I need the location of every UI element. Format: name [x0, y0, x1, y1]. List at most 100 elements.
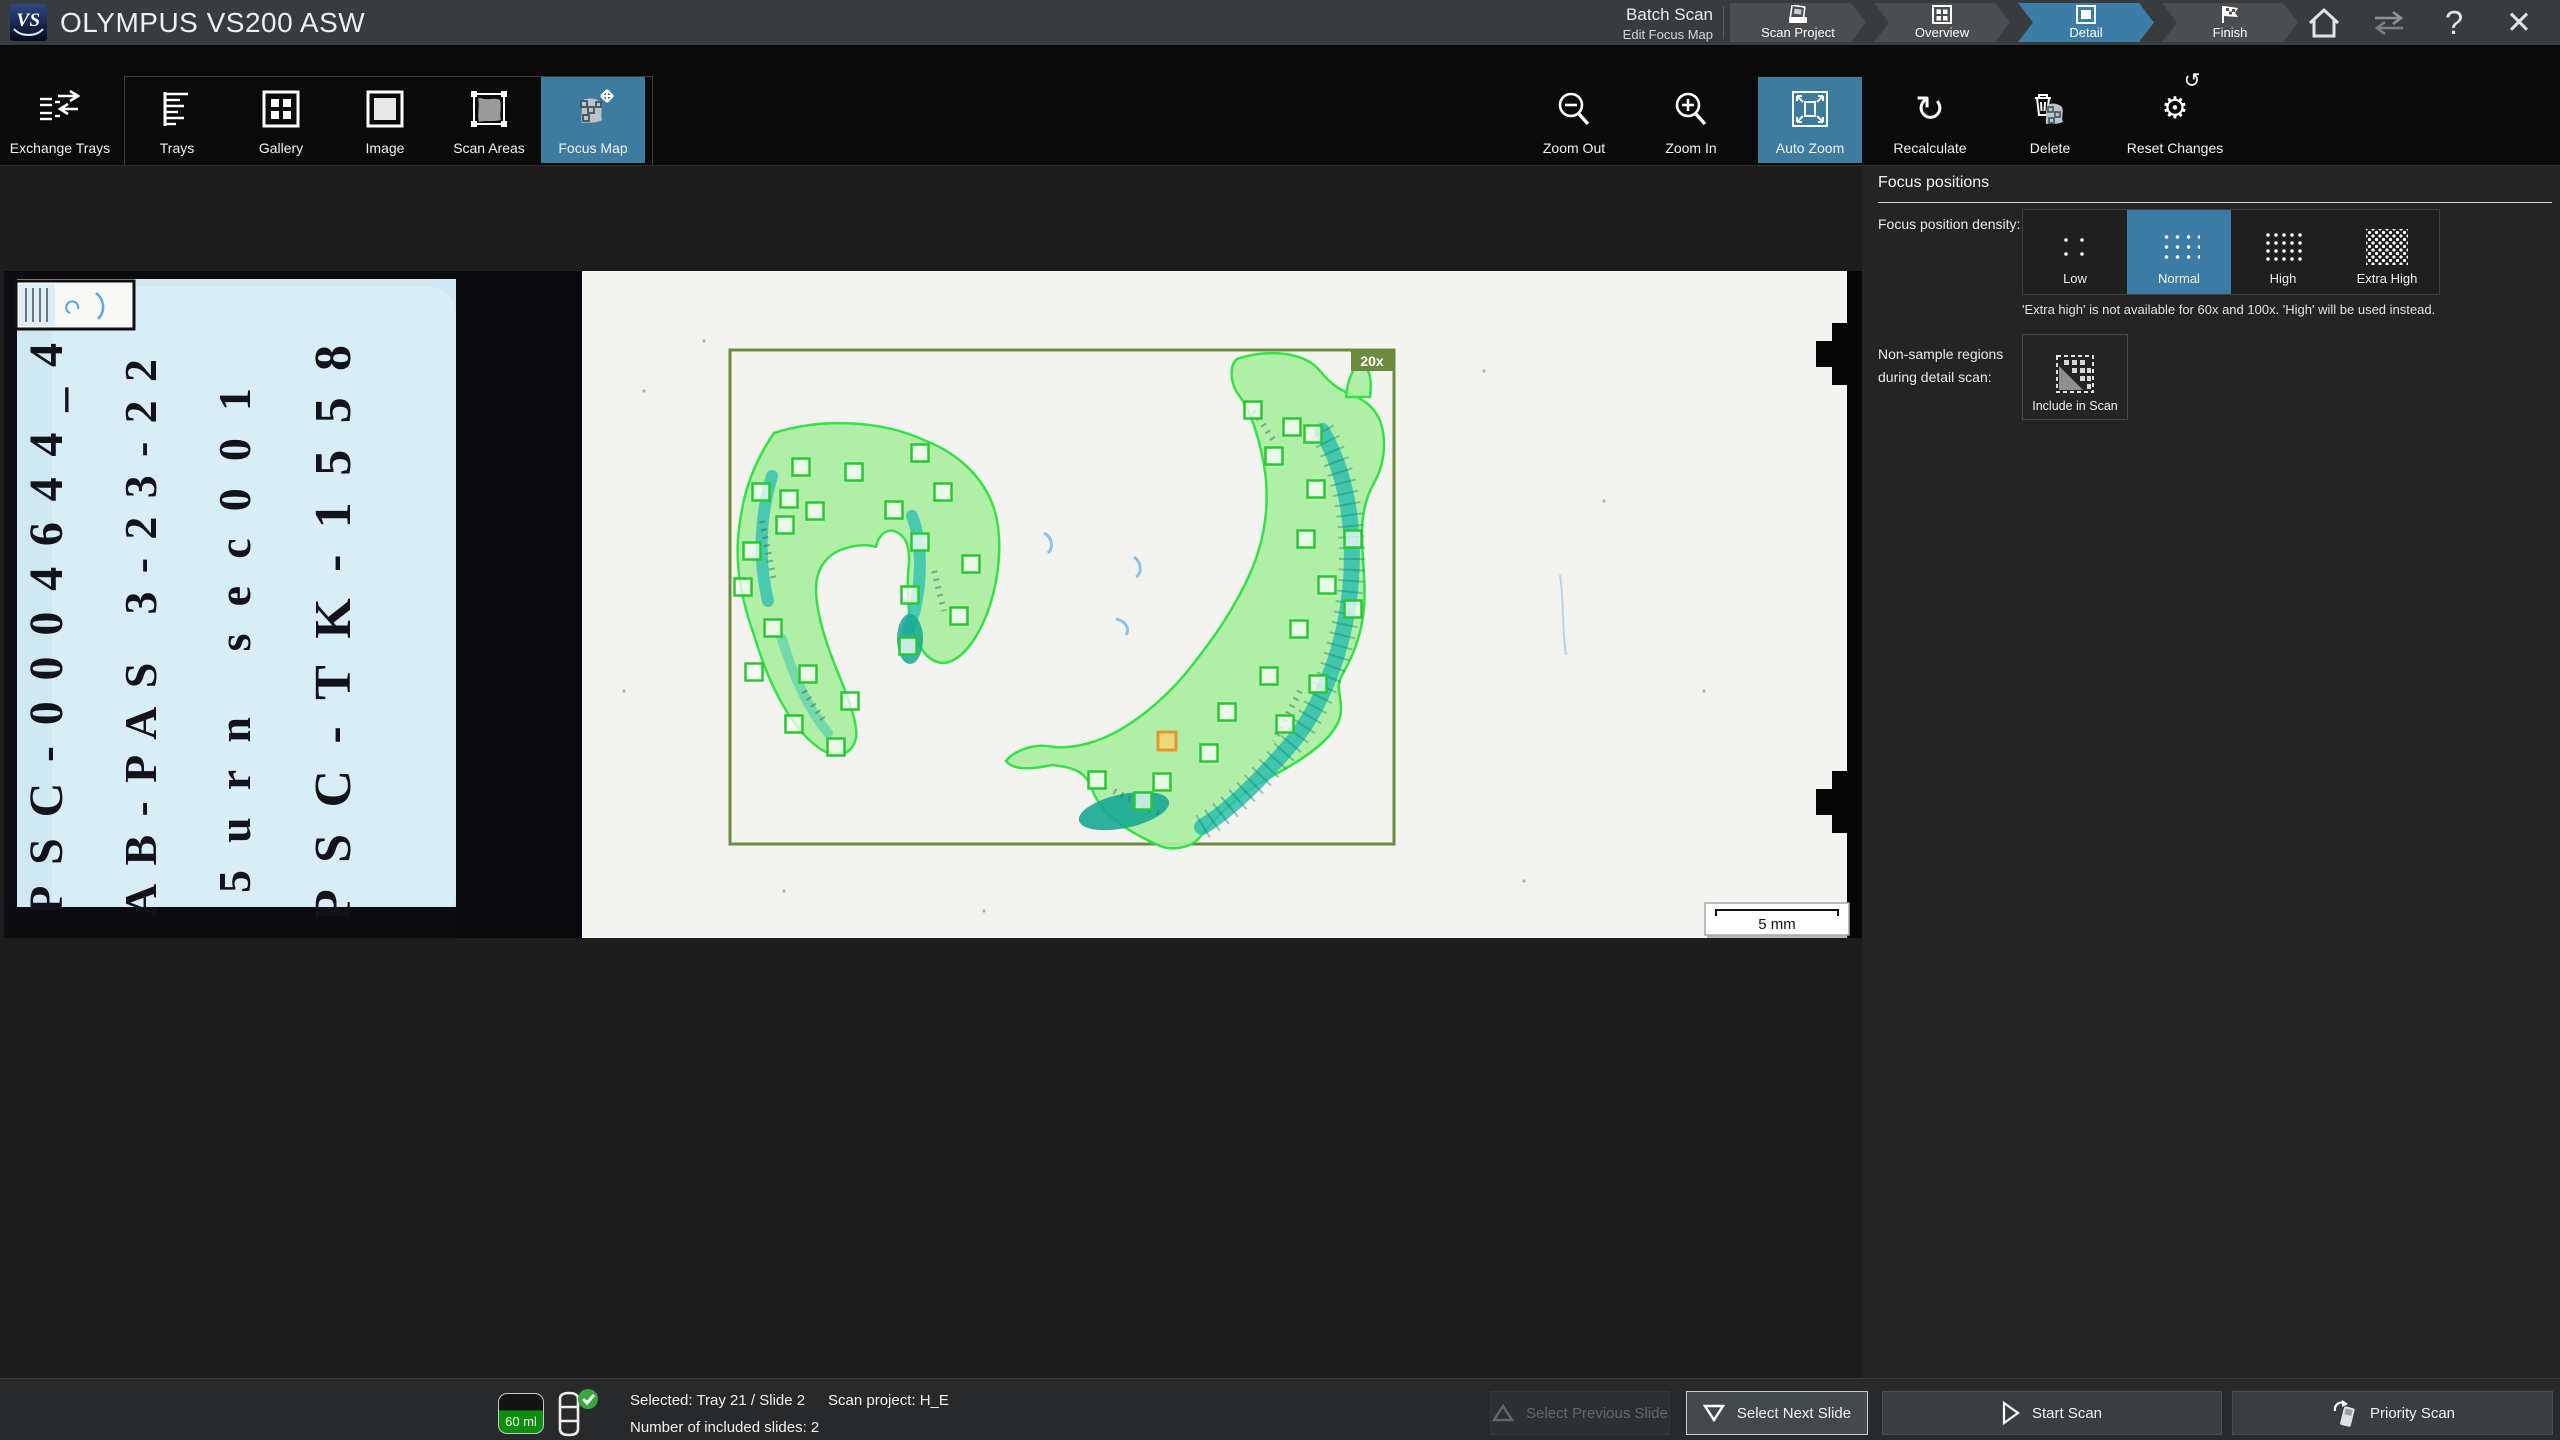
focus-position-marker[interactable]	[1319, 577, 1336, 594]
focus-position-marker[interactable]	[1154, 774, 1171, 791]
focus-position-marker[interactable]	[777, 517, 794, 534]
focus-position-marker[interactable]	[1345, 531, 1362, 548]
density-high-icon	[2262, 229, 2304, 265]
focus-position-marker[interactable]	[1305, 426, 1322, 443]
density-option-high[interactable]: High	[2231, 210, 2335, 294]
focus-position-marker[interactable]	[1277, 716, 1294, 733]
focus-position-marker[interactable]	[963, 556, 980, 573]
focus-position-marker[interactable]	[793, 459, 810, 476]
focus-position-marker[interactable]	[912, 445, 929, 462]
focus-position-marker[interactable]	[1284, 419, 1301, 436]
focus-position-marker[interactable]	[765, 620, 782, 637]
transfer-button[interactable]	[2366, 0, 2412, 45]
focus-position-marker[interactable]	[735, 579, 752, 596]
button-label: Select Previous Slide	[1526, 1405, 1668, 1422]
help-button[interactable]: ?	[2432, 0, 2476, 45]
focus-position-marker[interactable]	[744, 543, 761, 560]
focus-position-marker[interactable]	[1261, 668, 1278, 685]
focus-position-marker[interactable]	[746, 664, 763, 681]
focus-map-button[interactable]: Focus Map	[541, 77, 645, 163]
start-scan-button[interactable]: Start Scan	[1882, 1391, 2222, 1435]
step-overview[interactable]: Overview	[1874, 3, 2010, 42]
exchange-trays-button[interactable]: Exchange Trays	[8, 77, 112, 163]
focus-position-marker[interactable]	[1201, 745, 1218, 762]
zoom-in-button[interactable]: Zoom In	[1639, 77, 1743, 163]
step-finish[interactable]: Finish	[2162, 3, 2298, 42]
home-button[interactable]	[2298, 0, 2350, 45]
focus-position-marker[interactable]	[828, 739, 845, 756]
focus-map-icon	[571, 77, 615, 140]
delete-button[interactable]: Delete	[1998, 77, 2102, 163]
zoom-out-button[interactable]: Zoom Out	[1522, 77, 1626, 163]
focus-position-marker[interactable]	[753, 484, 770, 501]
density-option-normal[interactable]: Normal	[2127, 210, 2231, 294]
focus-positions-panel: Focus positions Focus position density: …	[1862, 165, 2560, 1379]
divider	[1878, 202, 2552, 203]
focus-position-marker[interactable]	[902, 587, 919, 604]
button-label: Priority Scan	[2370, 1405, 2455, 1422]
gallery-icon	[262, 77, 300, 140]
focus-position-marker[interactable]	[807, 503, 824, 520]
toolbar-button-label: Trays	[160, 140, 194, 156]
step-label: Overview	[1915, 25, 1969, 40]
recalculate-button[interactable]: ↻ Recalculate	[1878, 77, 1982, 163]
focus-position-marker[interactable]	[1245, 402, 1262, 419]
density-option-extra-high[interactable]: Extra High	[2335, 210, 2439, 294]
app-title: OLYMPUS VS200 ASW	[60, 0, 365, 45]
focus-position-marker[interactable]	[1345, 601, 1362, 618]
slide-image[interactable]: PSC-0004644_4 AB-PAS 3-23-22 5urn sec001…	[4, 271, 1862, 938]
step-scan-project[interactable]: Scan Project	[1730, 3, 1866, 42]
image-button[interactable]: Image	[333, 77, 437, 163]
auto-zoom-button[interactable]: Auto Zoom	[1758, 77, 1862, 163]
density-options-group: Low Normal High Extra High	[2022, 209, 2440, 295]
priority-scan-button[interactable]: Priority Scan	[2232, 1391, 2553, 1435]
focus-position-marker[interactable]	[1310, 676, 1327, 693]
focus-position-marker[interactable]	[1308, 481, 1325, 498]
select-next-slide-button[interactable]: Select Next Slide	[1686, 1391, 1868, 1435]
density-label: Focus position density:	[1878, 216, 2020, 232]
focus-position-marker[interactable]	[1135, 793, 1152, 810]
finish-flag-icon	[2219, 5, 2241, 24]
focus-position-marker[interactable]	[786, 716, 803, 733]
density-extra-high-icon	[2366, 229, 2408, 265]
focus-position-marker-selected[interactable]	[1158, 732, 1176, 750]
focus-position-marker[interactable]	[1266, 448, 1283, 465]
trays-button[interactable]: Trays	[125, 77, 229, 163]
focus-position-marker[interactable]	[935, 484, 952, 501]
divider	[1723, 6, 1724, 39]
step-label: Detail	[2069, 25, 2102, 40]
focus-position-marker[interactable]	[1291, 621, 1308, 638]
include-in-scan-icon	[2054, 353, 2096, 395]
focus-position-marker[interactable]	[912, 534, 929, 551]
density-option-low[interactable]: Low	[2023, 210, 2127, 294]
include-in-scan-button[interactable]: Include in Scan	[2022, 334, 2128, 420]
zoom-out-icon	[1555, 77, 1593, 140]
step-detail[interactable]: Detail	[2018, 3, 2154, 42]
close-button[interactable]: ✕	[2494, 0, 2544, 45]
reset-changes-button[interactable]: ⚙ ↺ Reset Changes	[2110, 77, 2240, 163]
gallery-button[interactable]: Gallery	[229, 77, 333, 163]
select-previous-slide-button: Select Previous Slide	[1490, 1391, 1670, 1435]
focus-position-marker[interactable]	[842, 693, 859, 710]
focus-position-marker[interactable]	[1298, 531, 1315, 548]
priority-scan-icon	[2330, 1399, 2358, 1427]
toolbar-button-label: Focus Map	[558, 140, 627, 156]
selected-slide-status: Selected: Tray 21 / Slide 2	[630, 1392, 805, 1409]
focus-position-marker[interactable]	[900, 638, 917, 655]
focus-position-marker[interactable]	[1089, 772, 1106, 789]
focus-position-marker[interactable]	[846, 464, 863, 481]
button-label: Select Next Slide	[1737, 1405, 1851, 1422]
focus-position-marker[interactable]	[781, 491, 798, 508]
focus-position-marker[interactable]	[886, 502, 903, 519]
scan-project-status: Scan project: H_E	[828, 1392, 949, 1409]
scale-bar: 5 mm	[1705, 903, 1851, 938]
play-icon	[2002, 1401, 2020, 1425]
scan-areas-button[interactable]: Scan Areas	[437, 77, 541, 163]
transfer-arrows-icon	[2371, 10, 2407, 36]
toolbar: Exchange Trays Trays	[0, 45, 2560, 165]
svg-text:5 mm: 5 mm	[1758, 916, 1796, 933]
focus-position-marker[interactable]	[951, 608, 968, 625]
focus-position-marker[interactable]	[800, 666, 817, 683]
focus-position-marker[interactable]	[1219, 704, 1236, 721]
vs-logo-swoosh	[13, 28, 44, 38]
